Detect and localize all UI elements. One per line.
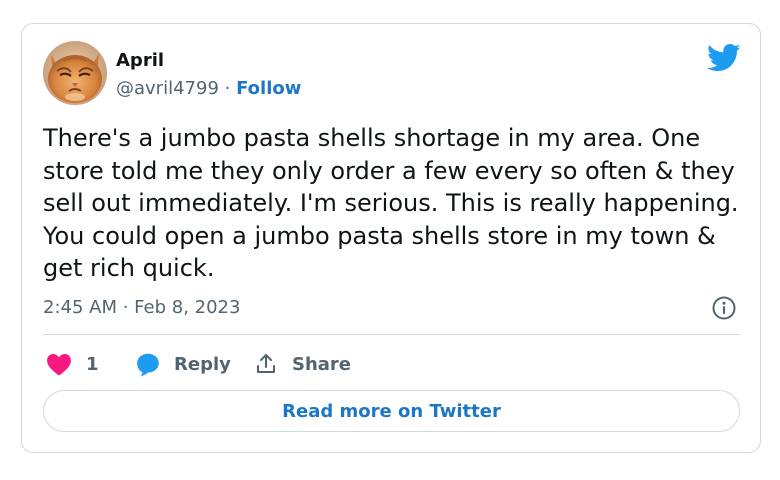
info-icon[interactable] bbox=[711, 295, 737, 321]
tweet-text: There's a jumbo pasta shells shortage in… bbox=[43, 124, 739, 282]
reply-bubble-icon bbox=[135, 351, 161, 377]
tweet-timestamp[interactable]: 2:45 AM · Feb 8, 2023 bbox=[43, 297, 240, 318]
heart-icon bbox=[46, 352, 72, 376]
share-button[interactable]: Share bbox=[254, 350, 351, 378]
follow-button[interactable]: Follow bbox=[236, 78, 301, 99]
like-count: 1 bbox=[86, 353, 99, 375]
reply-label: Reply bbox=[174, 353, 231, 375]
tweet-card: April @avril4799 · Follow There's a jumb… bbox=[21, 23, 761, 453]
handle-separator: · bbox=[224, 78, 231, 99]
like-button[interactable]: 1 bbox=[46, 350, 99, 378]
avatar[interactable] bbox=[43, 41, 107, 105]
reply-button[interactable]: Reply bbox=[135, 350, 231, 378]
share-upload-icon bbox=[254, 352, 278, 376]
twitter-bird-icon[interactable] bbox=[707, 43, 741, 73]
divider bbox=[43, 334, 740, 335]
share-label: Share bbox=[292, 353, 352, 375]
read-more-button[interactable]: Read more on Twitter bbox=[43, 390, 740, 432]
author-handle-row: @avril4799 · Follow bbox=[116, 78, 301, 99]
author-name[interactable]: April bbox=[116, 50, 164, 71]
orange-cat-avatar-icon bbox=[43, 41, 107, 105]
author-handle[interactable]: @avril4799 bbox=[116, 78, 219, 99]
